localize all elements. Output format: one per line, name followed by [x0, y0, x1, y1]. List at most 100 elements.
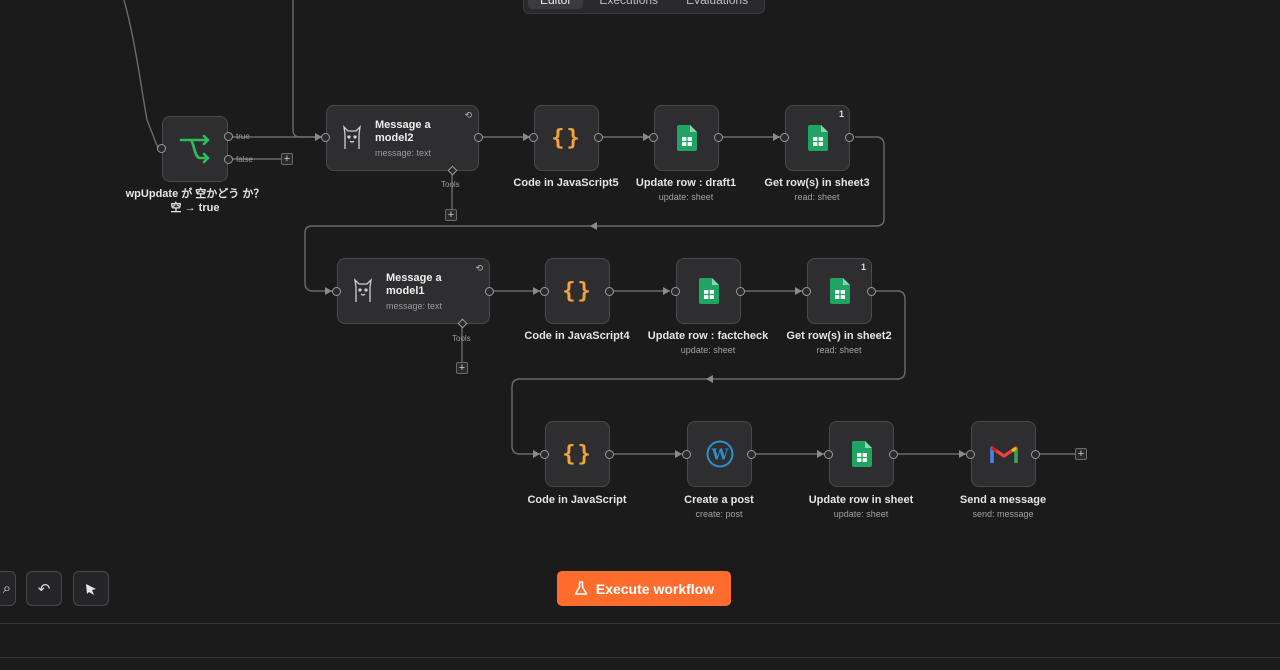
- factcheck-input-port[interactable]: [671, 287, 680, 296]
- if-input-port[interactable]: [157, 144, 166, 153]
- model1-subtitle: message: text: [386, 300, 443, 311]
- send-sublabel: send: message: [972, 509, 1034, 519]
- undo-button[interactable]: ↶: [26, 571, 62, 606]
- model1-input-port[interactable]: [332, 287, 341, 296]
- refresh-icon: ⟲: [475, 263, 483, 273]
- tab-evaluations[interactable]: Evaluations: [674, 0, 760, 9]
- draft1-input-port[interactable]: [649, 133, 658, 142]
- google-sheets-icon: [698, 278, 719, 304]
- update-sheet-output-port[interactable]: [889, 450, 898, 459]
- curly-braces-icon: {}: [562, 278, 593, 304]
- sheet3-label: Get row(s) in sheet3: [764, 177, 870, 189]
- get-rows-sheet2-node[interactable]: 1: [807, 258, 872, 324]
- panel-divider: [0, 623, 1280, 624]
- code4-label: Code in JavaScript4: [524, 330, 630, 342]
- sheet2-output-port[interactable]: [867, 287, 876, 296]
- if-node[interactable]: [162, 116, 228, 182]
- sheet2-badge: 1: [860, 262, 866, 272]
- send-input-port[interactable]: [966, 450, 975, 459]
- gmail-icon: [989, 446, 1018, 463]
- send-label: Send a message: [959, 494, 1047, 506]
- if-true-port[interactable]: [224, 132, 233, 141]
- model2-subtitle: message: text: [375, 147, 432, 158]
- draft1-sublabel: update: sheet: [658, 192, 714, 202]
- update-row-in-sheet-node[interactable]: [829, 421, 894, 487]
- zoom-button[interactable]: ⌕: [0, 571, 16, 606]
- llama-icon: [354, 278, 372, 302]
- model2-tools-label: Tools: [441, 180, 460, 189]
- sheet3-badge: 1: [838, 109, 844, 119]
- code5-output-port[interactable]: [594, 133, 603, 142]
- add-tool-button[interactable]: +: [445, 209, 457, 221]
- sheet2-label: Get row(s) in sheet2: [786, 330, 892, 342]
- sheet2-sublabel: read: sheet: [816, 345, 862, 355]
- workflow-canvas[interactable]: Editor Executions Evaluations true false…: [0, 0, 1280, 670]
- if-node-label: wpUpdate が 空かどう か？ 空 → true: [125, 188, 265, 214]
- update-sheet-label: Update row in sheet: [808, 494, 914, 506]
- tidy-up-button[interactable]: [73, 571, 109, 606]
- add-tool-button[interactable]: +: [456, 362, 468, 374]
- update-sheet-sublabel: update: sheet: [833, 509, 889, 519]
- draft1-output-port[interactable]: [714, 133, 723, 142]
- model2-output-port[interactable]: [474, 133, 483, 142]
- true-branch-label: true: [236, 132, 250, 141]
- model2-input-port[interactable]: [321, 133, 330, 142]
- undo-icon: ↶: [37, 580, 51, 598]
- tab-editor[interactable]: Editor: [528, 0, 584, 9]
- panel-divider: [0, 657, 1280, 658]
- if-false-port[interactable]: [224, 155, 233, 164]
- post-output-port[interactable]: [747, 450, 756, 459]
- sheet3-sublabel: read: sheet: [794, 192, 840, 202]
- branch-icon: [179, 134, 210, 164]
- curly-braces-icon: {}: [562, 441, 593, 467]
- magnifier-icon: ⌕: [2, 580, 12, 597]
- post-sublabel: create: post: [695, 509, 743, 519]
- post-label: Create a post: [684, 494, 754, 506]
- execute-label: Execute workflow: [595, 580, 715, 597]
- update-row-draft1-node[interactable]: [654, 105, 719, 171]
- draft1-label: Update row : draft1: [635, 177, 737, 189]
- get-rows-sheet3-node[interactable]: 1: [785, 105, 850, 171]
- send-output-port[interactable]: [1031, 450, 1040, 459]
- model1-title: Message a model1: [386, 271, 442, 297]
- factcheck-output-port[interactable]: [736, 287, 745, 296]
- sheet3-input-port[interactable]: [780, 133, 789, 142]
- code4-input-port[interactable]: [540, 287, 549, 296]
- add-node-button[interactable]: +: [281, 153, 293, 165]
- google-sheets-icon: [851, 441, 872, 467]
- sheet2-input-port[interactable]: [802, 287, 811, 296]
- code-label: Code in JavaScript: [527, 494, 627, 506]
- view-tabs: Editor Executions Evaluations: [523, 0, 765, 14]
- send-message-node[interactable]: [971, 421, 1036, 487]
- code-javascript-node[interactable]: {}: [545, 421, 610, 487]
- add-node-button[interactable]: +: [1075, 448, 1087, 460]
- model1-tools-label: Tools: [452, 334, 471, 343]
- svg-text:W: W: [710, 446, 729, 464]
- code-output-port[interactable]: [605, 450, 614, 459]
- code5-input-port[interactable]: [529, 133, 538, 142]
- code-javascript4-node[interactable]: {}: [545, 258, 610, 324]
- execute-workflow-button[interactable]: Execute workflow: [557, 571, 731, 606]
- wordpress-icon: W: [706, 440, 733, 468]
- broom-icon: [86, 583, 96, 595]
- flask-icon: [574, 581, 588, 595]
- llama-icon: [343, 125, 361, 149]
- tab-executions[interactable]: Executions: [587, 0, 670, 9]
- update-sheet-input-port[interactable]: [824, 450, 833, 459]
- update-row-factcheck-node[interactable]: [676, 258, 741, 324]
- model2-title: Message a model2: [375, 118, 431, 144]
- model1-output-port[interactable]: [485, 287, 494, 296]
- false-branch-label: false: [236, 155, 253, 164]
- sheet3-output-port[interactable]: [845, 133, 854, 142]
- code-input-port[interactable]: [540, 450, 549, 459]
- refresh-icon: ⟲: [464, 110, 472, 120]
- code4-output-port[interactable]: [605, 287, 614, 296]
- message-model2-node[interactable]: Message a model2 message: text ⟲: [326, 105, 479, 171]
- post-input-port[interactable]: [682, 450, 691, 459]
- google-sheets-icon: [829, 278, 850, 304]
- code-javascript5-node[interactable]: {}: [534, 105, 599, 171]
- factcheck-sublabel: update: sheet: [680, 345, 736, 355]
- create-post-node[interactable]: W: [687, 421, 752, 487]
- message-model1-node[interactable]: Message a model1 message: text ⟲: [337, 258, 490, 324]
- google-sheets-icon: [676, 125, 697, 151]
